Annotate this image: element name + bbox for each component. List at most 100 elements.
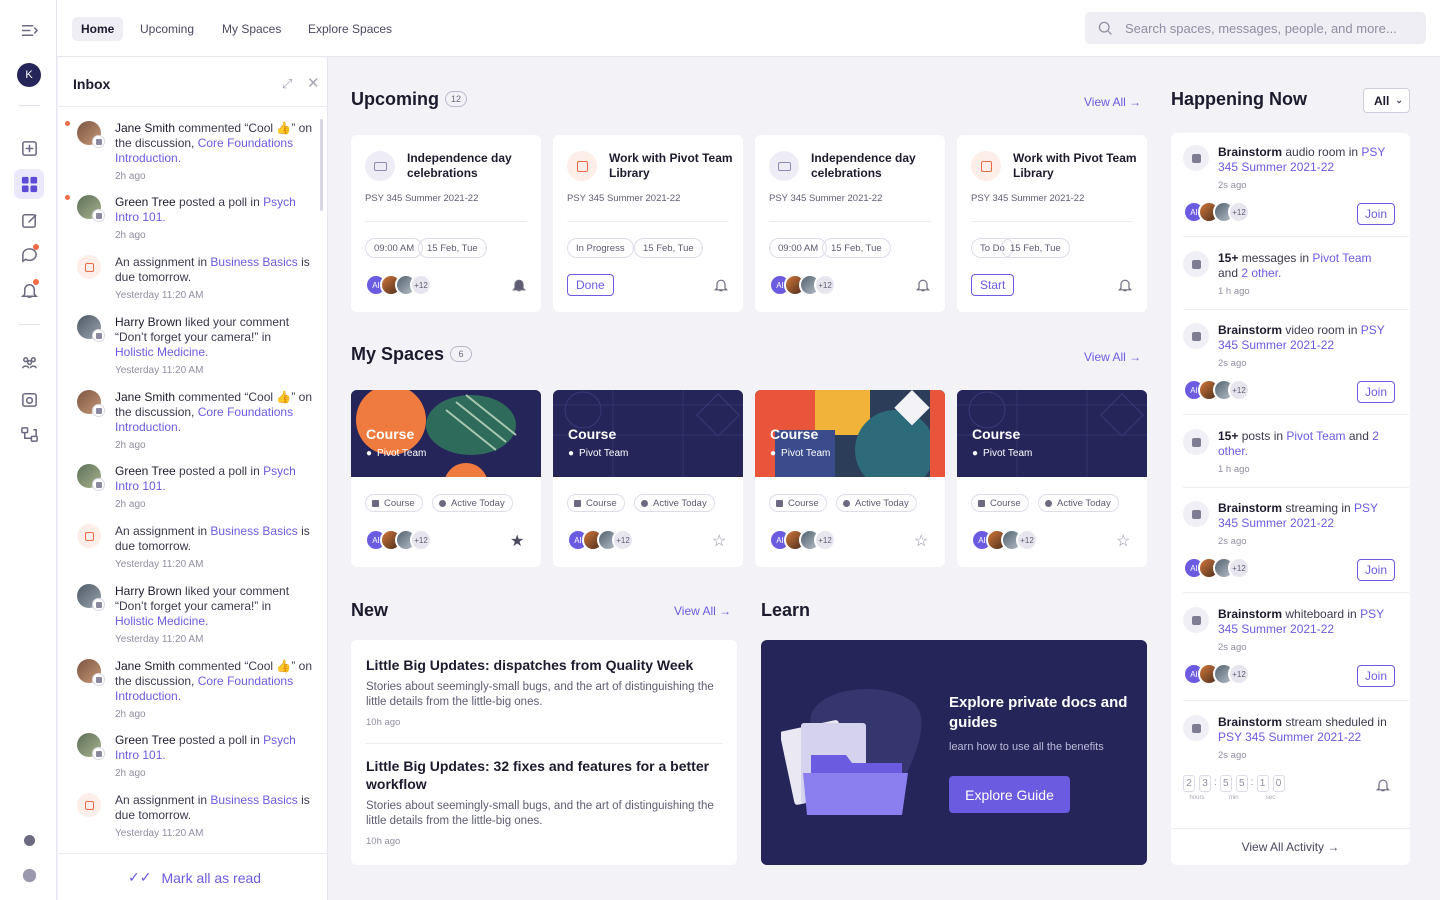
clock-icon — [439, 499, 446, 507]
star-icon[interactable]: ☆ — [914, 531, 928, 551]
happening-link[interactable]: Pivot Team — [1286, 429, 1345, 443]
search-icon — [1098, 21, 1112, 35]
inbox-actor[interactable]: Jane Smith — [115, 659, 175, 673]
event-card[interactable]: Work with Pivot Team Library PSY 345 Summ… — [957, 135, 1147, 312]
start-button[interactable]: Start — [971, 274, 1015, 296]
new-item[interactable]: Little Big Updates: 32 fixes and feature… — [366, 757, 722, 847]
inbox-link[interactable]: Business Basics — [210, 524, 297, 538]
space-team: ● Pivot Team — [972, 448, 1032, 459]
new-item[interactable]: Little Big Updates: dispatches from Qual… — [366, 656, 722, 728]
join-button[interactable]: Join — [1357, 203, 1396, 225]
bell-icon[interactable] — [915, 277, 931, 293]
explore-guide-button[interactable]: Explore Guide — [949, 776, 1070, 813]
star-icon[interactable]: ★ — [510, 531, 524, 551]
search-input[interactable]: Search spaces, messages, people, and mor… — [1085, 12, 1426, 44]
countdown-label: sec — [1265, 795, 1276, 801]
activity-badge-icon — [92, 673, 105, 686]
inbox-link[interactable]: Holistic Medicine. — [115, 345, 208, 359]
avatar-stack[interactable]: AI +12 — [769, 274, 836, 296]
inbox-actor[interactable]: Green Tree — [115, 464, 176, 478]
happening-link[interactable]: 2 other. — [1241, 266, 1281, 280]
people-icon[interactable] — [14, 348, 44, 378]
close-icon[interactable]: ✕ — [307, 74, 320, 92]
inbox-actor[interactable]: Jane Smith — [115, 121, 175, 135]
spaces-heading: My Spaces 6 — [351, 344, 473, 365]
chat-icon[interactable] — [14, 240, 44, 270]
bell-icon[interactable] — [14, 275, 44, 305]
join-button[interactable]: Join — [1357, 665, 1396, 687]
user-avatar[interactable]: K — [14, 60, 44, 90]
space-card[interactable]: Course ● Pivot Team Course Active Today AI +12… — [957, 390, 1147, 567]
space-card[interactable]: Course ● Pivot Team Course Active Today AI +12… — [553, 390, 743, 567]
help-icon[interactable] — [14, 860, 44, 890]
avatar-stack[interactable]: AI +12 — [567, 529, 634, 551]
bell-icon[interactable] — [1117, 277, 1133, 293]
avatar-stack[interactable]: AI +12 — [769, 529, 836, 551]
inbox-actor[interactable]: Harry Brown — [115, 584, 182, 598]
edit-icon[interactable] — [14, 205, 44, 235]
menu-collapse-icon[interactable] — [14, 15, 44, 45]
tab-explore-spaces[interactable]: Explore Spaces — [299, 17, 401, 41]
calendar-icon[interactable] — [14, 384, 44, 414]
avatar-stack[interactable]: AI +12 — [1183, 201, 1250, 223]
avatar-stack[interactable]: AI +12 — [365, 529, 432, 551]
inbox-actor[interactable]: Jane Smith — [115, 390, 175, 404]
event-subtitle: PSY 345 Summer 2021-22 — [365, 193, 479, 204]
spaces-view-all-link[interactable]: View All → — [1084, 350, 1141, 364]
space-activity-chip: Active Today — [1038, 494, 1119, 512]
tab-my-spaces[interactable]: My Spaces — [213, 17, 290, 41]
avatar-stack[interactable]: AI +12 — [1183, 663, 1250, 685]
expand-icon[interactable]: ⤢ — [282, 76, 292, 92]
assignment-icon — [77, 793, 101, 817]
inbox-link[interactable]: Business Basics — [210, 255, 297, 269]
space-card[interactable]: Course ● Pivot Team Course Active Today AI +12… — [351, 390, 541, 567]
happening-filter-select[interactable]: All ⌄ — [1363, 88, 1410, 113]
star-icon[interactable]: ☆ — [1116, 531, 1130, 551]
happening-link[interactable]: Pivot Team — [1312, 251, 1371, 265]
event-status-chip: 09:00 AM — [365, 238, 424, 258]
new-card: Little Big Updates: dispatches from Qual… — [351, 640, 737, 865]
arrow-right-icon: → — [1129, 350, 1142, 364]
avatar-stack[interactable]: AI +12 — [1183, 379, 1250, 401]
avatar-stack[interactable]: AI +12 — [1183, 557, 1250, 579]
event-card[interactable]: Work with Pivot Team Library PSY 345 Summ… — [553, 135, 743, 312]
avatar-stack[interactable]: AI +12 — [971, 529, 1038, 551]
view-all-activity-link[interactable]: View All Activity → — [1171, 840, 1410, 854]
happening-link[interactable]: PSY 345 Summer 2021-22 — [1218, 730, 1361, 744]
inbox-actor[interactable]: Green Tree — [115, 733, 176, 747]
join-button[interactable]: Join — [1357, 381, 1396, 403]
avatar-stack[interactable]: AI +12 — [365, 274, 432, 296]
space-card[interactable]: Course ● Pivot Team Course Active Today AI +12… — [755, 390, 945, 567]
rail-divider — [18, 324, 40, 325]
join-button[interactable]: Join — [1357, 559, 1396, 581]
bell-icon[interactable] — [511, 277, 527, 293]
avatar-more-count: +12 — [814, 529, 836, 551]
space-name: Course — [568, 426, 617, 442]
workflow-icon[interactable] — [14, 419, 44, 449]
mark-all-read-button[interactable]: ✓✓ Mark all as read — [128, 869, 261, 886]
event-card[interactable]: Independence day celebrations PSY 345 Sum… — [351, 135, 541, 312]
tab-home[interactable]: Home — [72, 17, 124, 41]
event-card[interactable]: Independence day celebrations PSY 345 Sum… — [755, 135, 945, 312]
inbox-actor[interactable]: Harry Brown — [115, 315, 182, 329]
add-icon[interactable] — [14, 133, 44, 163]
bell-icon[interactable] — [1375, 777, 1391, 793]
countdown-label: hours — [1189, 795, 1205, 801]
space-type-chip: Course — [365, 494, 423, 512]
inbox-link[interactable]: Holistic Medicine. — [115, 614, 208, 628]
inbox-scrollbar[interactable] — [320, 119, 323, 211]
star-icon[interactable]: ☆ — [712, 531, 726, 551]
inbox-link[interactable]: Business Basics — [210, 793, 297, 807]
settings-icon[interactable] — [14, 825, 44, 855]
dashboard-icon[interactable] — [14, 169, 44, 199]
bell-icon[interactable] — [713, 277, 729, 293]
new-view-all-link[interactable]: View All → — [674, 604, 731, 618]
inbox-text: An assignment in — [115, 255, 211, 269]
done-button[interactable]: Done — [567, 274, 614, 296]
inbox-actor[interactable]: Green Tree — [115, 195, 176, 209]
tab-upcoming[interactable]: Upcoming — [131, 17, 203, 41]
inbox-item-text: Jane Smith commented “Cool 👍” on the dis… — [115, 121, 313, 184]
upcoming-view-all-link[interactable]: View All → — [1084, 95, 1141, 109]
inbox-item-text: Harry Brown liked your comment “Don’t fo… — [115, 584, 313, 647]
clock-icon — [1045, 499, 1052, 507]
